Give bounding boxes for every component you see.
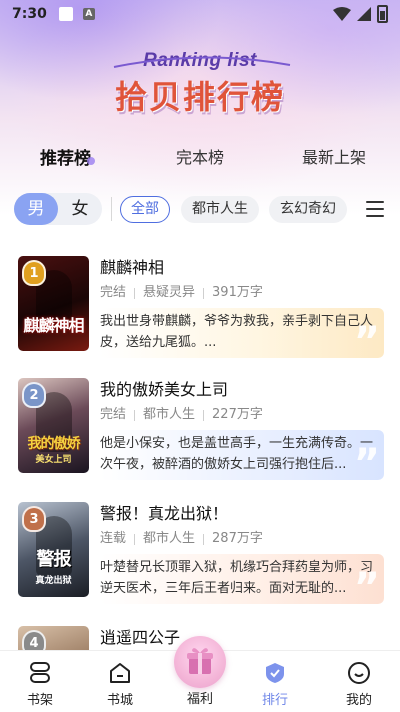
category-chip-all[interactable]: 全部 <box>120 196 170 223</box>
signal-icon <box>357 7 371 21</box>
quote-icon: ” <box>353 441 380 480</box>
filter-divider <box>111 197 112 221</box>
meta-divider <box>134 287 136 299</box>
category-chip-urban[interactable]: 都市人生 <box>181 196 259 223</box>
wifi-icon <box>333 7 351 21</box>
gender-toggle: 男 女 <box>14 193 102 225</box>
nav-ranking[interactable]: 排行 <box>245 651 305 712</box>
nav-welfare-label: 福利 <box>186 692 213 707</box>
book-info: 逍遥四公子 <box>100 627 384 649</box>
gender-male-option[interactable]: 男 <box>14 193 58 225</box>
quote-icon: ” <box>353 319 380 358</box>
nav-welfare[interactable] <box>174 636 226 688</box>
ranking-banner: Ranking list 拾贝排行榜 <box>0 50 400 118</box>
tab-recommend[interactable]: 推荐榜 <box>40 144 95 169</box>
banner-swoosh-icon <box>113 56 291 68</box>
book-genre: 悬疑灵异 <box>143 285 196 300</box>
meta-divider <box>134 409 136 421</box>
book-meta: 连载 都市人生 287万字 <box>100 529 384 549</box>
book-cover[interactable]: 我的傲娇 美女上司 2 <box>18 378 89 473</box>
book-meta: 完结 悬疑灵异 391万字 <box>100 283 384 303</box>
meta-divider <box>203 287 205 299</box>
cover-title: 我的傲娇 <box>27 436 81 452</box>
book-cover[interactable]: 警报 真龙出狱 3 <box>18 502 89 597</box>
book-status: 连载 <box>100 531 127 546</box>
status-bar: 7:30 A <box>0 0 400 28</box>
ranking-tabs: 推荐榜 完本榜 最新上架 <box>0 144 400 174</box>
ranking-icon <box>266 663 284 683</box>
nav-profile[interactable]: 我的 <box>329 651 389 712</box>
nav-label: 书城 <box>106 693 133 708</box>
nav-label: 书架 <box>26 693 53 708</box>
gift-icon <box>187 648 213 674</box>
tab-completed[interactable]: 完本榜 <box>176 144 224 168</box>
bookstore-icon <box>110 663 130 683</box>
book-title: 逍遥四公子 <box>100 628 181 647</box>
book-description-text: 他是小保安，也是盖世高手，一生充满传奇。一次午夜，被醉酒的傲娇女上司强行抱住后.… <box>100 436 374 472</box>
banner-title: 拾贝排行榜 <box>114 78 285 116</box>
book-info: 警报！真龙出狱！ 连载 都市人生 287万字 叶楚替兄长顶罪入狱，机缘巧合拜药皇… <box>100 503 384 604</box>
book-word-count: 227万字 <box>212 407 263 422</box>
notification-icon <box>58 7 73 21</box>
bookshelf-icon <box>30 662 50 683</box>
book-item[interactable]: 我的傲娇 美女上司 2 我的傲娇美女上司 完结 都市人生 227万字 他是小保安… <box>0 370 400 480</box>
cover-title: 麒麟神相 <box>23 316 84 335</box>
book-meta: 完结 都市人生 227万字 <box>100 405 384 425</box>
notification-a-icon: A <box>82 8 95 20</box>
rank-badge: 3 <box>22 506 46 532</box>
book-description: 我出世身带麒麟，爷爷为救我，亲手剥下自己人皮，送给九尾狐。... ” <box>100 308 384 358</box>
rank-badge: 1 <box>22 260 46 286</box>
nav-label: 我的 <box>345 693 372 708</box>
book-description-text: 我出世身带麒麟，爷爷为救我，亲手剥下自己人皮，送给九尾狐。... <box>100 314 374 350</box>
gender-female-option[interactable]: 女 <box>58 193 102 225</box>
book-genre: 都市人生 <box>143 407 196 422</box>
nav-bookshelf[interactable]: 书架 <box>10 651 70 712</box>
meta-divider <box>203 533 205 545</box>
book-title: 我的傲娇美女上司 <box>100 380 229 399</box>
book-genre: 都市人生 <box>143 531 196 546</box>
book-item[interactable]: 麒麟神相 1 麒麟神相 完结 悬疑灵异 391万字 我出世身带麒麟，爷爷为救我，… <box>0 248 400 358</box>
book-info: 麒麟神相 完结 悬疑灵异 391万字 我出世身带麒麟，爷爷为救我，亲手剥下自己人… <box>100 257 384 358</box>
book-item[interactable]: 警报 真龙出狱 3 警报！真龙出狱！ 连载 都市人生 287万字 叶楚替兄长顶罪… <box>0 494 400 604</box>
cover-subtitle: 真龙出狱 <box>35 576 72 586</box>
meta-divider <box>203 409 205 421</box>
meta-divider <box>134 533 136 545</box>
category-menu-icon[interactable] <box>366 201 384 217</box>
category-chip-fantasy[interactable]: 玄幻奇幻 <box>269 196 347 223</box>
tab-new-arrivals[interactable]: 最新上架 <box>302 144 366 168</box>
book-title: 警报！真龙出狱！ <box>100 504 229 523</box>
book-description: 叶楚替兄长顶罪入狱，机缘巧合拜药皇为师，习逆天医术，三年后王者归来。面对无耻的.… <box>100 554 384 604</box>
book-status: 完结 <box>100 285 127 300</box>
book-title: 麒麟神相 <box>100 258 165 277</box>
cover-subtitle: 美女上司 <box>35 455 72 465</box>
book-word-count: 287万字 <box>212 531 263 546</box>
cover-title: 警报 <box>36 549 72 570</box>
book-description-text: 叶楚替兄长顶罪入狱，机缘巧合拜药皇为师，习逆天医术，三年后王者归来。面对无耻的.… <box>100 560 374 596</box>
filter-row: 男 女 全部 都市人生 玄幻奇幻 <box>0 191 400 229</box>
book-info: 我的傲娇美女上司 完结 都市人生 227万字 他是小保安，也是盖世高手，一生充满… <box>100 379 384 480</box>
nav-bookstore[interactable]: 书城 <box>90 651 150 712</box>
rank-badge: 2 <box>22 382 46 408</box>
book-status: 完结 <box>100 407 127 422</box>
nav-label: 排行 <box>261 693 288 708</box>
status-time: 7:30 <box>12 6 47 22</box>
book-description: 他是小保安，也是盖世高手，一生充满传奇。一次午夜，被醉酒的傲娇女上司强行抱住后.… <box>100 430 384 480</box>
book-word-count: 391万字 <box>212 285 263 300</box>
quote-icon: ” <box>353 565 380 604</box>
profile-icon <box>348 662 370 684</box>
book-cover[interactable]: 麒麟神相 1 <box>18 256 89 351</box>
battery-icon <box>377 5 388 23</box>
